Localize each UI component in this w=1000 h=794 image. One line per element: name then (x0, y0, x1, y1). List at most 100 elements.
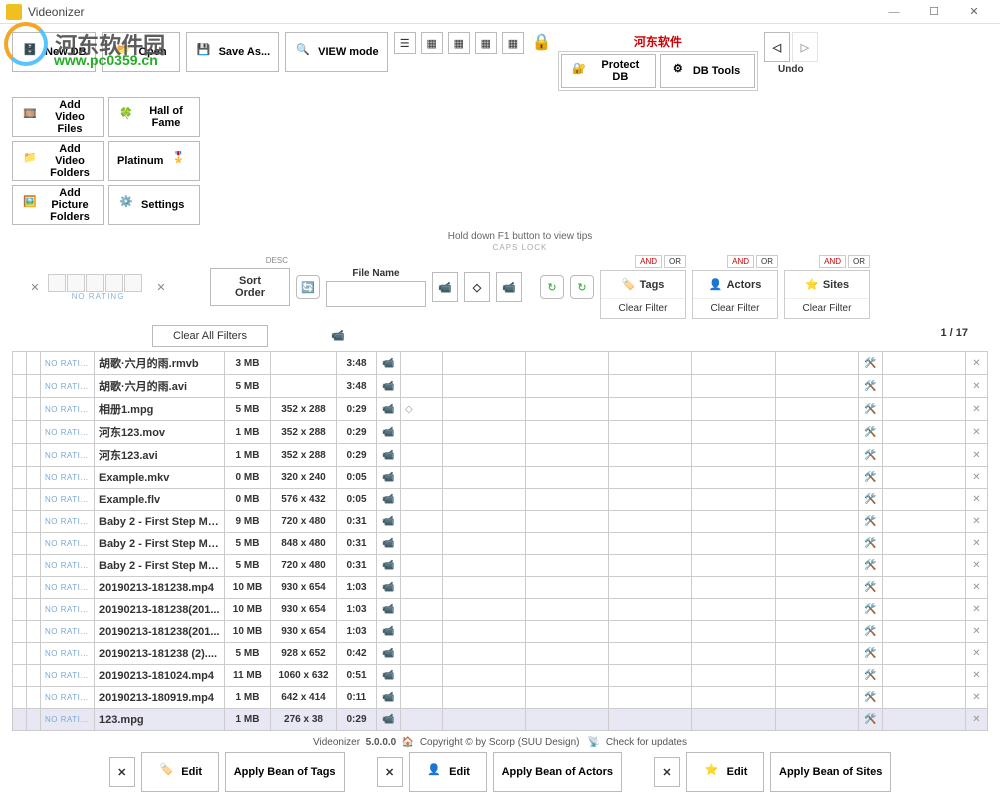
row-delete-icon[interactable]: ✕ (966, 489, 988, 511)
close-button[interactable]: ✕ (954, 0, 994, 24)
tools-icon[interactable]: 🛠️ (858, 398, 882, 421)
undo-back-icon[interactable]: ◁ (764, 32, 790, 62)
cancel-icon[interactable]: ✕ (28, 280, 42, 294)
row-rating[interactable]: NO RATING (41, 709, 95, 731)
camera-icon[interactable]: 📹 (377, 643, 401, 665)
sort-order-button[interactable]: Sort Order (210, 268, 290, 306)
row-delete-icon[interactable]: ✕ (966, 533, 988, 555)
row-rating[interactable]: NO RATING (41, 555, 95, 577)
row-rating[interactable]: NO RATING (41, 665, 95, 687)
save-as-button[interactable]: 💾Save As... (186, 32, 280, 72)
tags-filter-button[interactable]: 🏷️Tags (601, 271, 685, 299)
row-rating[interactable]: NO RATING (41, 489, 95, 511)
row-flag[interactable] (27, 398, 41, 421)
table-row[interactable]: NO RATINGBaby 2 - First Step Main...5 MB… (13, 533, 988, 555)
row-checkbox[interactable] (13, 352, 27, 375)
edit-actors-button[interactable]: 👤Edit (409, 752, 487, 792)
row-rating[interactable]: NO RATING (41, 421, 95, 444)
camera-icon[interactable]: 📹 (377, 533, 401, 555)
table-row[interactable]: NO RATING胡歌·六月的雨.rmvb3 MB3:48📹🛠️✕ (13, 352, 988, 375)
tools-icon[interactable]: 🛠️ (858, 489, 882, 511)
tools-icon[interactable]: 🛠️ (858, 643, 882, 665)
protect-db-button[interactable]: 🔐Protect DB (561, 54, 656, 88)
row-flag[interactable] (27, 533, 41, 555)
row-checkbox[interactable] (13, 511, 27, 533)
camera-icon[interactable]: 📹 (377, 709, 401, 731)
table-row[interactable]: NO RATING20190213-181238 (2)....5 MB928 … (13, 643, 988, 665)
home-icon[interactable]: 🏠 (402, 737, 414, 748)
row-rating[interactable]: NO RATING (41, 467, 95, 489)
row-rating[interactable]: NO RATING (41, 511, 95, 533)
row-rating[interactable]: NO RATING (41, 398, 95, 421)
tools-icon[interactable]: 🛠️ (858, 665, 882, 687)
row-checkbox[interactable] (13, 375, 27, 398)
view-mode-button[interactable]: 🔍VIEW mode (285, 32, 388, 72)
row-checkbox[interactable] (13, 643, 27, 665)
clear-tags-filter[interactable]: Clear Filter (601, 299, 685, 318)
clear-actors-filter[interactable]: Clear Filter (693, 299, 777, 318)
row-rating[interactable]: NO RATING (41, 352, 95, 375)
row-delete-icon[interactable]: ✕ (966, 687, 988, 709)
row-flag[interactable] (27, 577, 41, 599)
apply-bean-sites-button[interactable]: Apply Bean of Sites (770, 752, 891, 792)
row-delete-icon[interactable]: ✕ (966, 665, 988, 687)
row-checkbox[interactable] (13, 533, 27, 555)
maximize-button[interactable]: ☐ (914, 0, 954, 24)
tools-icon[interactable]: 🛠️ (858, 444, 882, 467)
add-picture-folders-button[interactable]: 🖼️Add Picture Folders (12, 185, 104, 225)
rss-icon[interactable]: 📡 (588, 737, 600, 748)
row-delete-icon[interactable]: ✕ (966, 643, 988, 665)
row-delete-icon[interactable]: ✕ (966, 421, 988, 444)
close-actors-bean-icon[interactable]: ✕ (377, 757, 403, 787)
apply-bean-tags-button[interactable]: Apply Bean of Tags (225, 752, 345, 792)
row-flag[interactable] (27, 352, 41, 375)
camera-icon[interactable]: 📹 (377, 489, 401, 511)
tools-icon[interactable]: 🛠️ (858, 599, 882, 621)
row-delete-icon[interactable]: ✕ (966, 709, 988, 731)
row-flag[interactable] (27, 621, 41, 643)
tools-icon[interactable]: 🛠️ (858, 352, 882, 375)
clear-rating-icon[interactable]: ✕ (154, 280, 168, 294)
hall-of-fame-button[interactable]: 🍀Hall of Fame (108, 97, 200, 137)
refresh2-icon[interactable]: ↻ (570, 275, 594, 299)
add-video-folders-button[interactable]: 📁Add Video Folders (12, 141, 104, 181)
tools-icon[interactable]: 🛠️ (858, 577, 882, 599)
close-sites-bean-icon[interactable]: ✕ (654, 757, 680, 787)
row-flag[interactable] (27, 555, 41, 577)
camera-icon[interactable]: 📹 (377, 599, 401, 621)
row-delete-icon[interactable]: ✕ (966, 511, 988, 533)
row-flag[interactable] (27, 665, 41, 687)
row-flag[interactable] (27, 643, 41, 665)
filter-diamond-icon[interactable]: ◇ (464, 272, 490, 302)
camera-icon[interactable]: 📹 (377, 421, 401, 444)
table-row[interactable]: NO RATING20190213-181238.mp410 MB930 x 6… (13, 577, 988, 599)
camera-icon[interactable]: 📹 (377, 444, 401, 467)
view-list-icon[interactable]: ☰ (394, 32, 416, 54)
camera-icon[interactable]: 📹 (377, 375, 401, 398)
row-delete-icon[interactable]: ✕ (966, 375, 988, 398)
row-checkbox[interactable] (13, 621, 27, 643)
add-video-files-button[interactable]: 🎞️Add Video Files (12, 97, 104, 137)
row-checkbox[interactable] (13, 709, 27, 731)
db-tools-button[interactable]: ⚙DB Tools (660, 54, 755, 88)
row-checkbox[interactable] (13, 665, 27, 687)
table-row[interactable]: NO RATINGBaby 2 - First Step Main...5 MB… (13, 555, 988, 577)
row-checkbox[interactable] (13, 467, 27, 489)
apply-bean-actors-button[interactable]: Apply Bean of Actors (493, 752, 622, 792)
camera-icon[interactable]: 📹 (377, 511, 401, 533)
row-delete-icon[interactable]: ✕ (966, 398, 988, 421)
edit-tags-button[interactable]: 🏷️Edit (141, 752, 219, 792)
tools-icon[interactable]: 🛠️ (858, 621, 882, 643)
row-rating[interactable]: NO RATING (41, 621, 95, 643)
camera-icon[interactable]: 📹 (377, 621, 401, 643)
row-checkbox[interactable] (13, 489, 27, 511)
row-rating[interactable]: NO RATING (41, 375, 95, 398)
view-grid2-icon[interactable]: ▦ (448, 32, 470, 54)
tools-icon[interactable]: 🛠️ (858, 687, 882, 709)
row-flag[interactable] (27, 421, 41, 444)
clear-all-filters-button[interactable]: Clear All Filters (152, 325, 268, 347)
camera-icon[interactable]: 📹 (377, 665, 401, 687)
tools-icon[interactable]: 🛠️ (858, 709, 882, 731)
row-delete-icon[interactable]: ✕ (966, 621, 988, 643)
filter-cam1-icon[interactable]: 📹 (432, 272, 458, 302)
